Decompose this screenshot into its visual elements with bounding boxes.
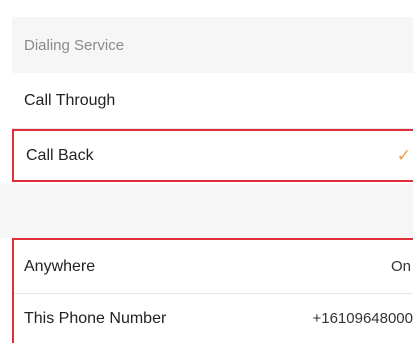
option-call-through-label: Call Through: [24, 92, 116, 109]
section-spacer: [0, 184, 413, 238]
option-call-back[interactable]: Call Back ✓: [12, 129, 413, 182]
row-anywhere[interactable]: Anywhere On: [14, 240, 413, 293]
option-call-back-label: Call Back: [26, 146, 94, 164]
option-call-through[interactable]: Call Through: [12, 73, 413, 129]
anywhere-label: Anywhere: [24, 257, 96, 275]
dialing-service-header-label: Dialing Service: [24, 36, 125, 54]
dialing-service-header: Dialing Service: [12, 17, 413, 73]
row-this-phone-number[interactable]: This Phone Number +16109648000: [14, 294, 413, 343]
checkmark-icon: ✓: [396, 145, 411, 165]
this-phone-number-label: This Phone Number: [24, 310, 167, 327]
anywhere-status: On: [390, 258, 411, 275]
phone-number-value: +16109648000: [312, 310, 413, 327]
